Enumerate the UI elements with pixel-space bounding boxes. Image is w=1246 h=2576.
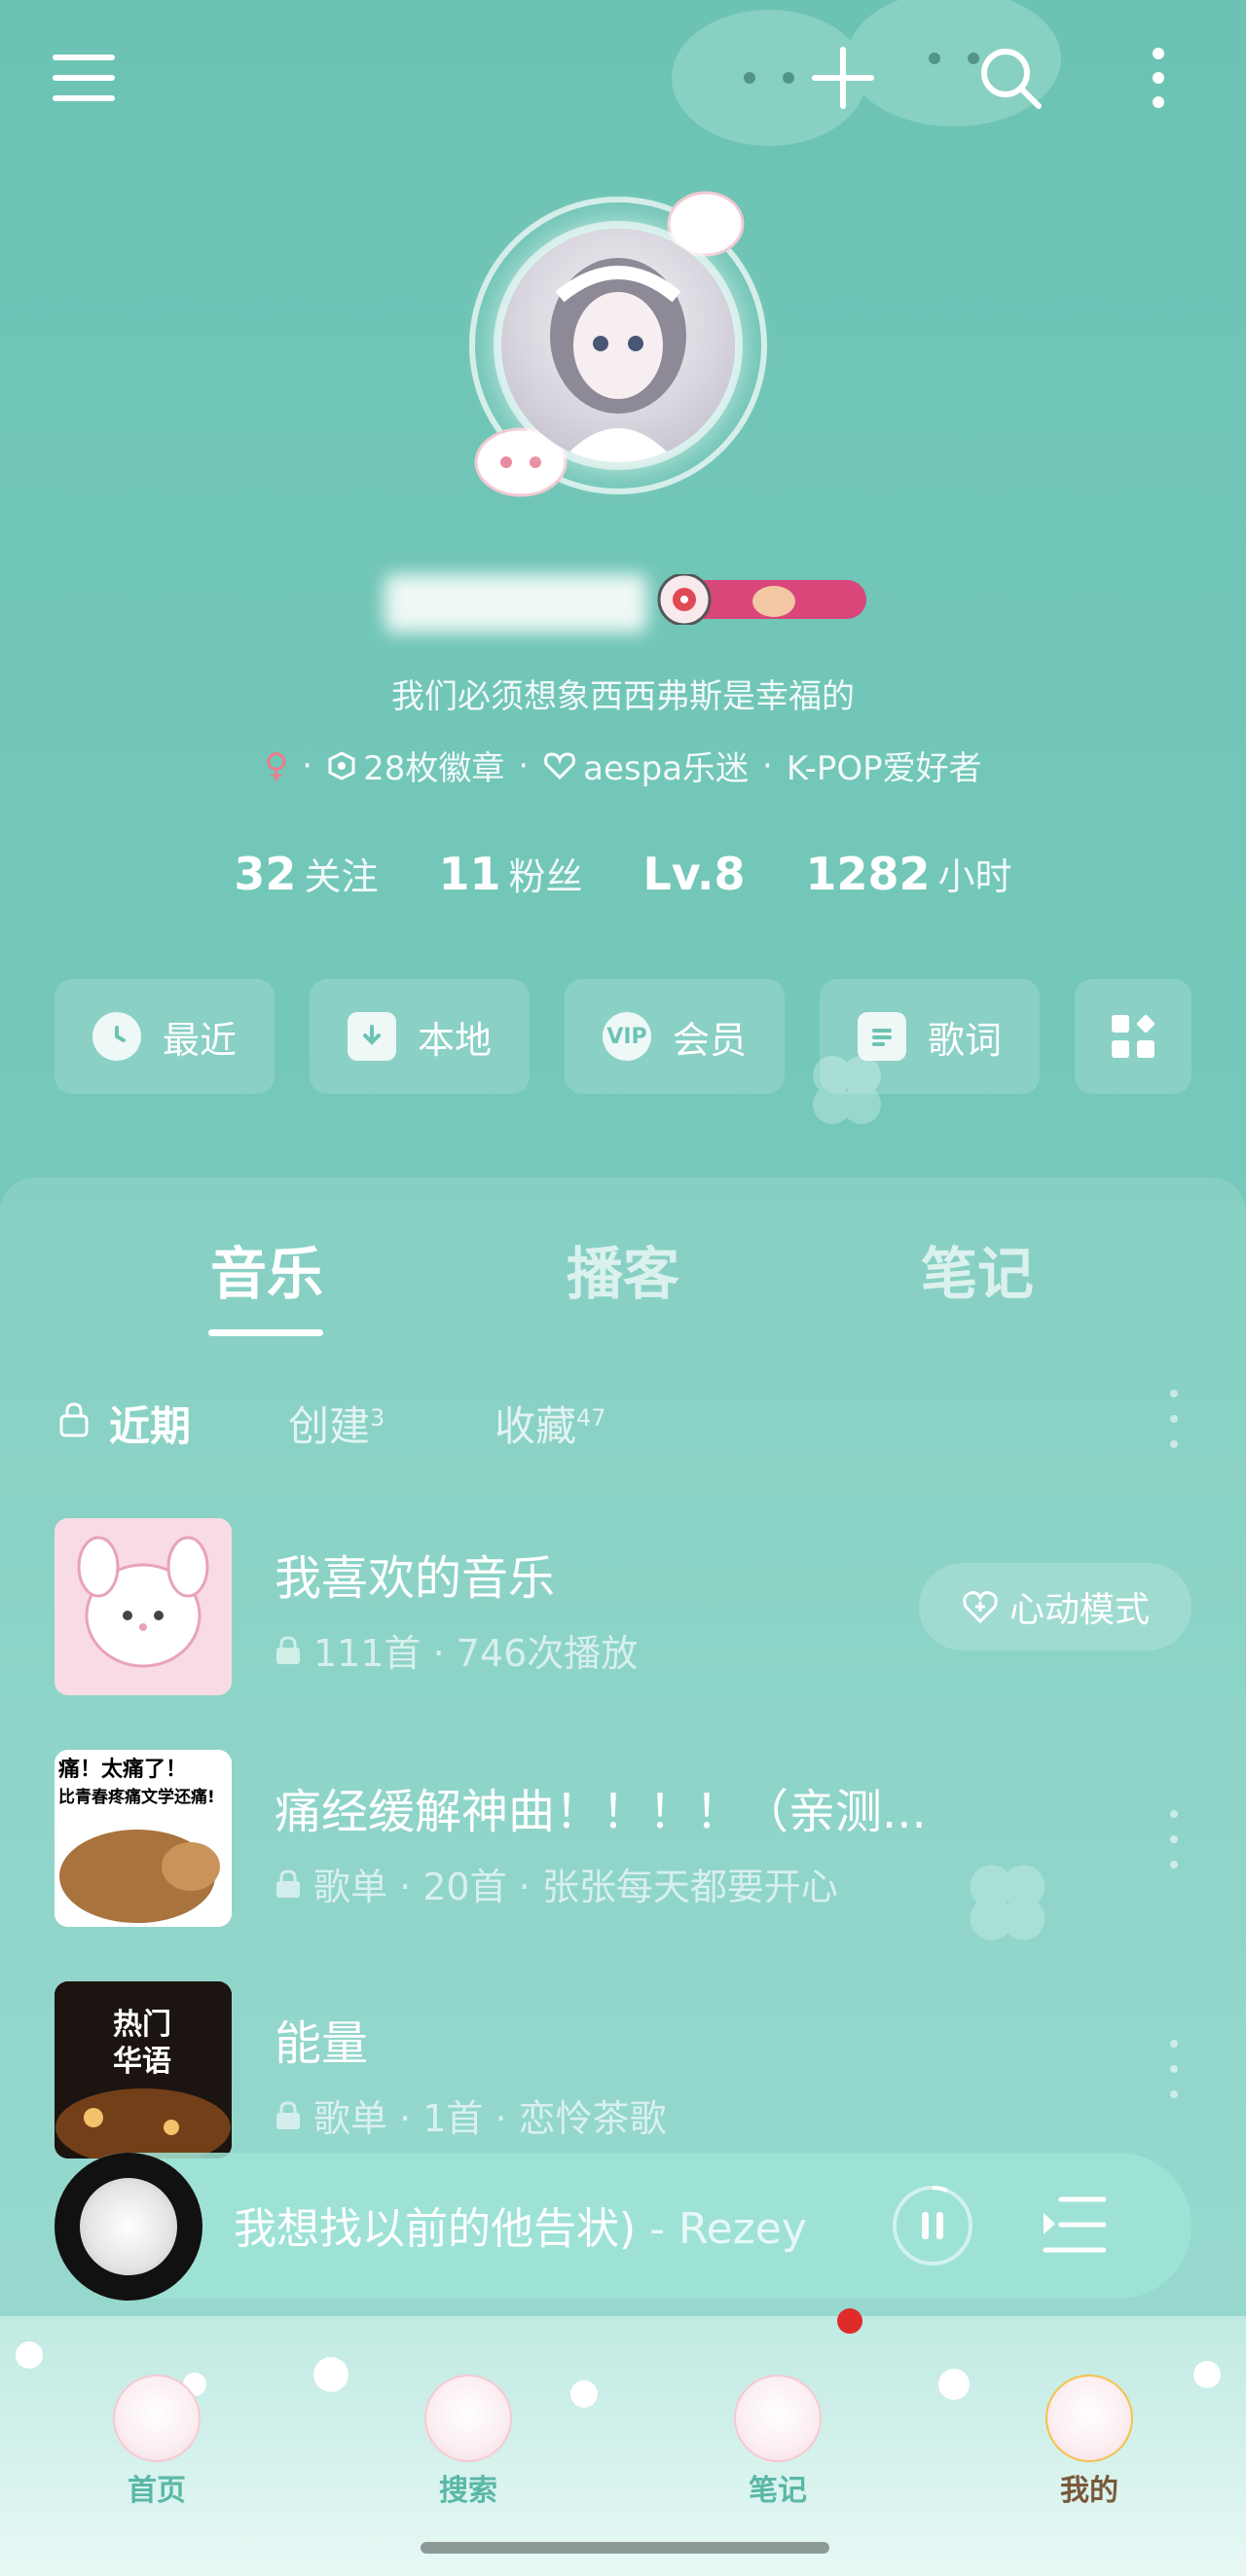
tab-music[interactable]: 音乐 xyxy=(210,1228,323,1310)
badge-icon xyxy=(328,750,355,780)
queue-icon xyxy=(1043,2196,1107,2253)
nav-home[interactable]: 首页 xyxy=(93,2375,220,2509)
vip-button[interactable]: VIP 会员 xyxy=(565,979,785,1094)
playlist-title[interactable]: 痛经缓解神曲！！！！（亲测... xyxy=(275,1773,927,1841)
subtab-recent[interactable]: 近期 xyxy=(109,1394,191,1453)
lock-icon xyxy=(276,1635,300,1664)
bio-text: 我们必须想象西西弗斯是幸福的 xyxy=(391,677,855,716)
heart-hands-icon xyxy=(544,751,576,780)
playlist-meta: 歌单 · 1首 · 恋怜茶歌 xyxy=(275,2088,667,2142)
pause-button[interactable] xyxy=(891,2184,974,2268)
lyrics-button[interactable]: 歌词 xyxy=(820,979,1040,1094)
playlist-cover[interactable]: 痛！太痛了！ 比青春疼痛文学还痛! xyxy=(55,1750,232,1927)
tab-podcast[interactable]: 播客 xyxy=(567,1228,679,1310)
playlist-meta: 111首 · 746次播放 xyxy=(275,1623,638,1677)
profile-stats: 32 关注 11 粉丝 Lv.8 1282 小时 xyxy=(0,847,1246,900)
heartbeat-mode-button[interactable]: 心动模式 xyxy=(919,1563,1191,1651)
profile-tags: ♀ · 28枚徽章 · aespa乐迷 · K-POP爱好者 xyxy=(0,742,1246,789)
cover-caption: 痛！太痛了！ xyxy=(58,1758,188,1782)
lock-icon xyxy=(276,2100,300,2129)
playlist-cover[interactable] xyxy=(55,1518,232,1695)
playlist-more-icon[interactable] xyxy=(1168,1810,1180,1869)
artist-name: - Rezey xyxy=(636,2204,807,2252)
song-title: 我想找以前的他告状) xyxy=(234,2204,637,2252)
avatar[interactable] xyxy=(458,185,779,506)
tab-notes[interactable]: 笔记 xyxy=(921,1228,1034,1310)
download-icon xyxy=(347,1012,396,1061)
nav-notes[interactable]: 笔记 xyxy=(715,2375,841,2509)
apps-grid-icon xyxy=(1112,1014,1155,1058)
now-playing-disc[interactable] xyxy=(55,2153,202,2301)
playlist-cover[interactable]: 热门 华语 xyxy=(55,1981,232,2159)
level-badge[interactable] xyxy=(657,572,866,627)
now-playing-text[interactable]: 我想找以前的他告状) - Rezey xyxy=(234,2194,847,2252)
recent-button[interactable]: 最近 xyxy=(55,979,275,1094)
lock-icon xyxy=(276,1869,300,1898)
home-mascot-icon xyxy=(113,2375,201,2462)
subtab-collected[interactable]: 收藏47 xyxy=(495,1394,606,1453)
home-indicator[interactable] xyxy=(421,2542,829,2554)
clock-icon xyxy=(92,1012,141,1061)
stat-hours[interactable]: 1282 小时 xyxy=(806,847,1012,900)
search-mascot-icon xyxy=(424,2375,512,2462)
search-icon[interactable] xyxy=(971,39,1049,117)
playlist-more-icon[interactable] xyxy=(1168,2040,1180,2098)
badge-tag[interactable]: 28枚徽章 xyxy=(326,742,504,789)
username-blurred xyxy=(385,569,647,637)
notification-dot xyxy=(837,2308,862,2334)
separator: · xyxy=(518,745,530,785)
playlist-title[interactable]: 能量 xyxy=(275,2005,368,2073)
heart-plus-icon xyxy=(963,1591,998,1624)
created-count: 3 xyxy=(370,1404,385,1432)
subtab-more-icon[interactable] xyxy=(1168,1390,1180,1448)
separator: · xyxy=(302,745,313,785)
playlist-title[interactable]: 我喜欢的音乐 xyxy=(275,1540,555,1608)
menu-icon[interactable] xyxy=(45,39,123,117)
playlist-meta: 歌单 · 20首 · 张张每天都要开心 xyxy=(275,1857,838,1910)
stat-following[interactable]: 32 关注 xyxy=(234,847,378,900)
vip-icon: VIP xyxy=(602,1012,651,1061)
nav-mine[interactable]: 我的 xyxy=(1026,2375,1153,2509)
lyrics-icon xyxy=(857,1012,906,1061)
subtab-created[interactable]: 创建3 xyxy=(288,1394,385,1453)
playlist-queue-button[interactable] xyxy=(1042,2192,1107,2260)
local-button[interactable]: 本地 xyxy=(310,979,530,1094)
cover-caption: 热门 华语 xyxy=(113,2008,171,2079)
more-apps-button[interactable] xyxy=(1075,979,1191,1094)
plus-icon[interactable] xyxy=(804,39,882,117)
tab-active-indicator xyxy=(208,1329,323,1336)
mine-mascot-icon xyxy=(1045,2375,1133,2462)
nav-search[interactable]: 搜索 xyxy=(405,2375,531,2509)
cover-caption: 比青春疼痛文学还痛! xyxy=(58,1788,215,1807)
gender-icon: ♀ xyxy=(264,745,289,785)
separator: · xyxy=(762,745,773,785)
notes-mascot-icon xyxy=(734,2375,822,2462)
now-playing-cover xyxy=(80,2178,177,2275)
collected-count: 47 xyxy=(576,1404,606,1432)
pause-icon xyxy=(893,2186,972,2266)
genre-tag[interactable]: K-POP爱好者 xyxy=(787,742,982,789)
stat-level[interactable]: Lv.8 xyxy=(642,848,745,900)
lock-icon xyxy=(58,1401,90,1442)
stat-followers[interactable]: 11 粉丝 xyxy=(438,847,582,900)
fan-tag[interactable]: aespa乐迷 xyxy=(542,742,749,789)
more-vertical-icon[interactable] xyxy=(1119,39,1197,117)
